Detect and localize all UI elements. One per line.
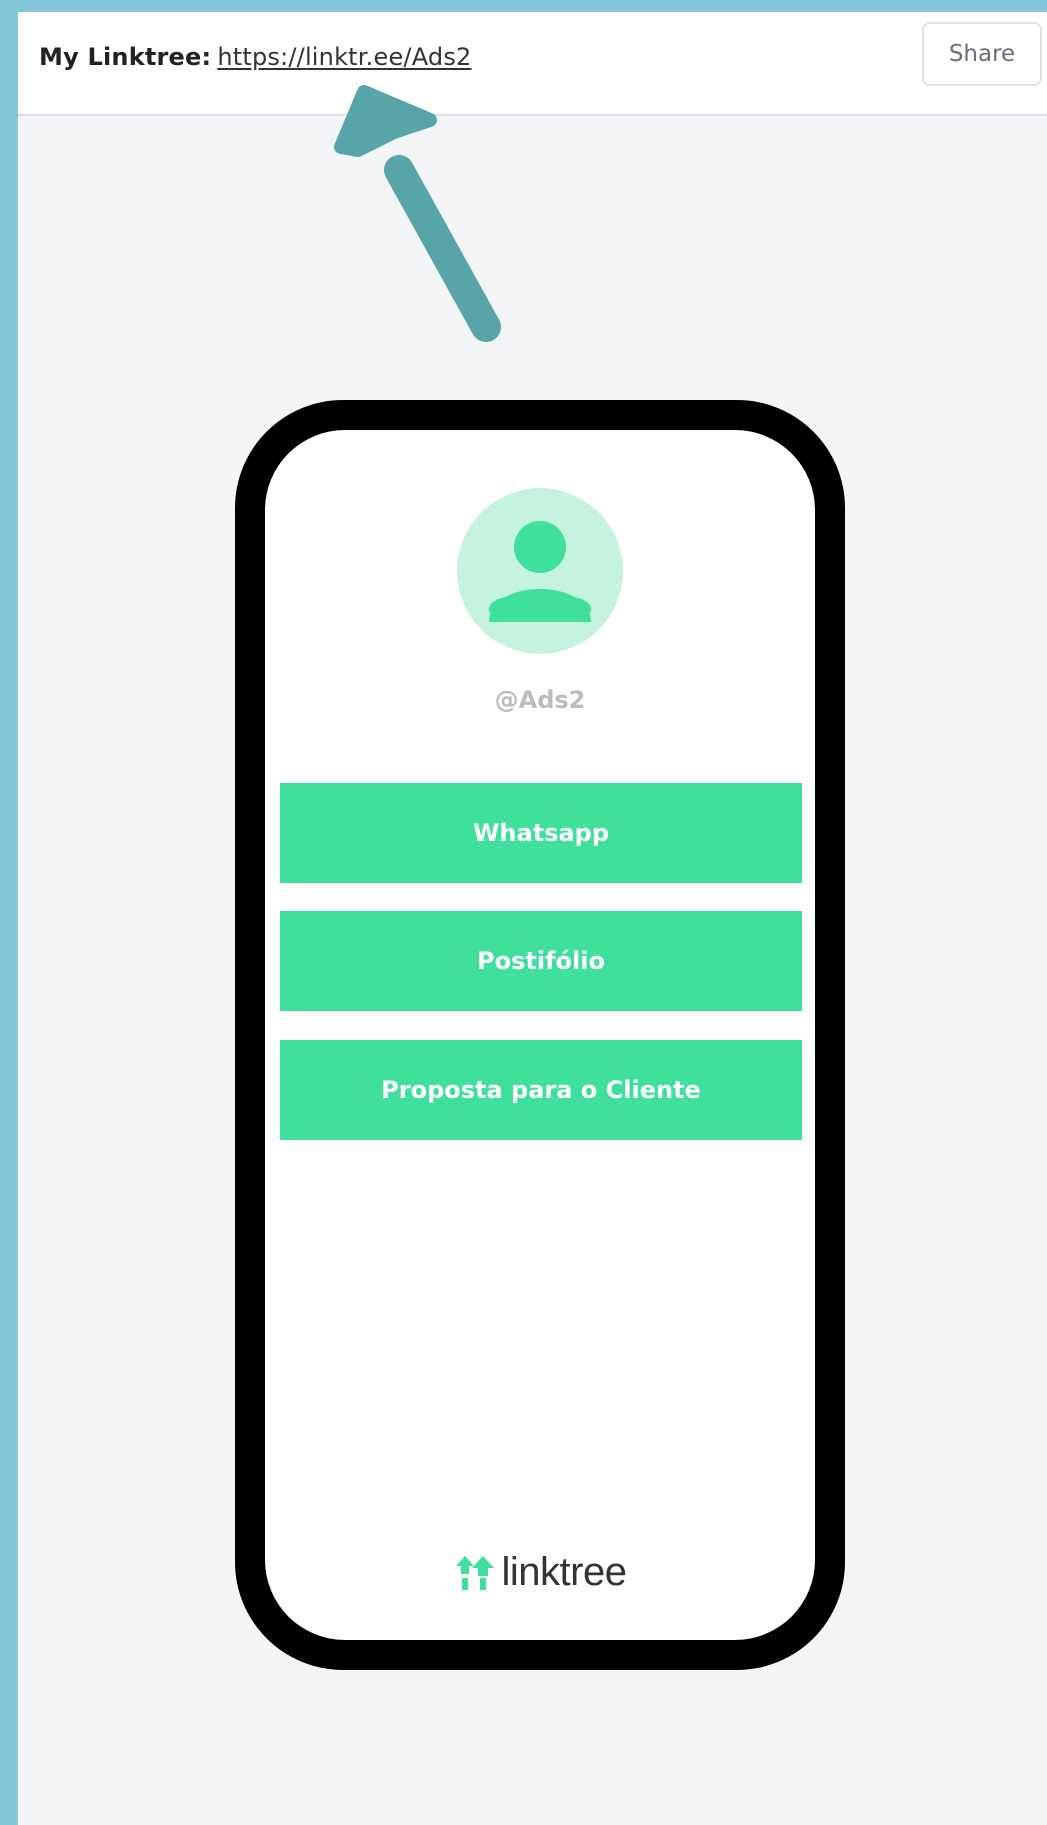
share-button[interactable]: Share [922, 22, 1042, 86]
top-bar: My Linktree: https://linktr.ee/Ads2 Share [18, 12, 1047, 116]
linktree-brand: linktree [265, 1550, 815, 1595]
linktree-logo-icon [455, 1555, 494, 1590]
my-linktree: My Linktree: https://linktr.ee/Ads2 [39, 43, 472, 71]
user-avatar-icon [457, 488, 623, 654]
phone-screen: @Ads2 Whatsapp Postifólio Proposta para … [265, 430, 815, 1640]
my-linktree-label: My Linktree: [39, 43, 212, 71]
linktree-wordmark: linktree [501, 1550, 627, 1594]
link-button-whatsapp[interactable]: Whatsapp [280, 783, 802, 883]
page: My Linktree: https://linktr.ee/Ads2 Share… [18, 12, 1047, 1825]
profile-handle: @Ads2 [494, 686, 586, 714]
link-button-portfolio[interactable]: Postifólio [280, 911, 802, 1011]
phone-preview: @Ads2 Whatsapp Postifólio Proposta para … [235, 400, 845, 1670]
my-linktree-url[interactable]: https://linktr.ee/Ads2 [217, 43, 471, 71]
link-button-proposal[interactable]: Proposta para o Cliente [280, 1040, 802, 1140]
